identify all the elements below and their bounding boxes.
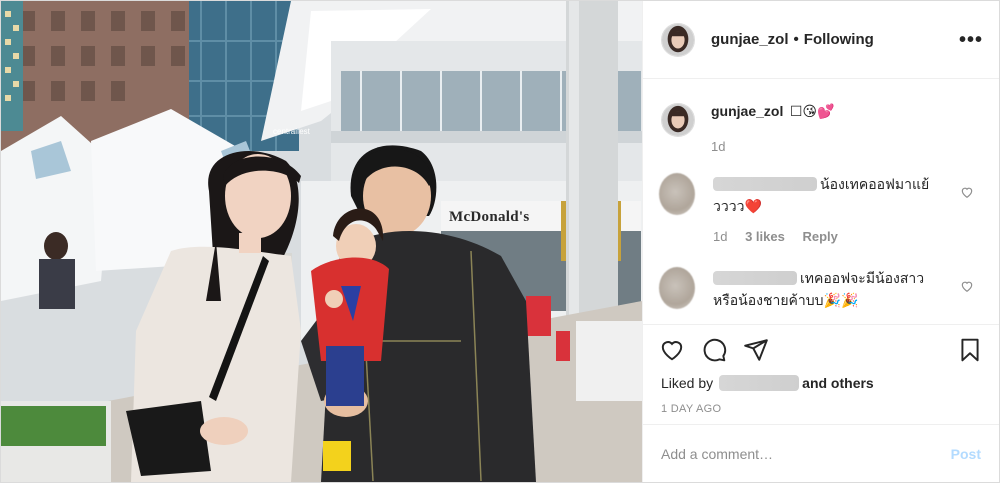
post-actions: Liked by and others 1 DAY AGO [643, 324, 999, 424]
caption-text: ☐😘💕 [789, 103, 835, 119]
header-username[interactable]: gunjae_zol [711, 31, 789, 48]
avatar[interactable] [661, 22, 695, 57]
liked-by-prefix: Liked by [661, 375, 714, 391]
comment-avatar[interactable] [659, 267, 695, 309]
comment-likes[interactable]: 3 likes [745, 229, 785, 244]
header-separator: • [793, 31, 799, 48]
comment-text-line2: หรือน้องชายค้าบบ🎉🎉 [713, 292, 859, 308]
share-send-icon[interactable] [743, 337, 769, 363]
redacted-username[interactable] [713, 177, 817, 191]
comment-item: น้องเทคออฟมาแย้ วววว❤️ 1d 3 likes Reply [659, 173, 984, 248]
caption-body: gunjae_zol ☐😘💕 1d [711, 103, 834, 154]
comment-input[interactable] [661, 445, 951, 462]
caption-avatar-image [662, 104, 694, 136]
photo-illustration [1, 1, 642, 482]
caption-avatar[interactable] [661, 103, 695, 137]
comment-avatar[interactable] [659, 173, 695, 215]
liked-by-others[interactable]: and others [802, 375, 874, 391]
caption-time[interactable]: 1d [711, 139, 834, 154]
post-photo[interactable]: centralfest McDonald's [1, 1, 642, 482]
post-header: gunjae_zol • Following ••• [643, 1, 999, 79]
follow-status-button[interactable]: Following [804, 31, 874, 48]
comment-text-line1: เทคออฟจะมีน้องสาว [800, 270, 925, 286]
comment-meta: 1d 3 likes Reply [713, 226, 984, 248]
redacted-username[interactable] [713, 271, 797, 285]
header-user-info: gunjae_zol • Following [711, 31, 874, 48]
comment-time[interactable]: 1d [713, 229, 727, 244]
liked-by: Liked by and others [661, 375, 874, 391]
comment-text-line1: น้องเทคออฟมาแย้ [820, 176, 930, 192]
bookmark-icon[interactable] [957, 337, 983, 363]
avatar-image [662, 23, 694, 56]
mall-sign: centralfest [273, 127, 310, 136]
more-options-icon[interactable]: ••• [959, 30, 983, 50]
like-heart-icon[interactable] [659, 337, 685, 363]
comment-like-heart-icon[interactable] [960, 279, 974, 293]
comment-like-heart-icon[interactable] [960, 185, 974, 199]
comments-section: gunjae_zol ☐😘💕 1d น้องเทคออฟมาแย้ วววว❤️… [643, 79, 999, 324]
redacted-liker[interactable] [719, 375, 800, 391]
comment-bubble-icon[interactable] [701, 337, 727, 363]
storefront-sign: McDonald's [449, 209, 530, 225]
reply-button[interactable]: Reply [802, 229, 837, 244]
comment-body: เทคออฟจะมีน้องสาว หรือน้องชายค้าบบ🎉🎉 [713, 267, 984, 311]
caption: gunjae_zol ☐😘💕 1d [661, 103, 834, 154]
post-comment-button[interactable]: Post [951, 446, 981, 462]
comment-text-line2: วววว❤️ [713, 198, 762, 214]
caption-username[interactable]: gunjae_zol [711, 103, 783, 119]
comment-item: เทคออฟจะมีน้องสาว หรือน้องชายค้าบบ🎉🎉 [659, 267, 984, 311]
comment-body: น้องเทคออฟมาแย้ วววว❤️ 1d 3 likes Reply [713, 173, 984, 248]
post-timestamp[interactable]: 1 DAY AGO [661, 403, 721, 415]
action-icons [659, 337, 769, 363]
post-side-panel: gunjae_zol • Following ••• gunjae_zol ☐😘… [642, 1, 999, 482]
instagram-post-view: centralfest McDonald's gunjae_zol • Foll… [0, 0, 1000, 483]
add-comment-bar: Post [643, 424, 999, 482]
